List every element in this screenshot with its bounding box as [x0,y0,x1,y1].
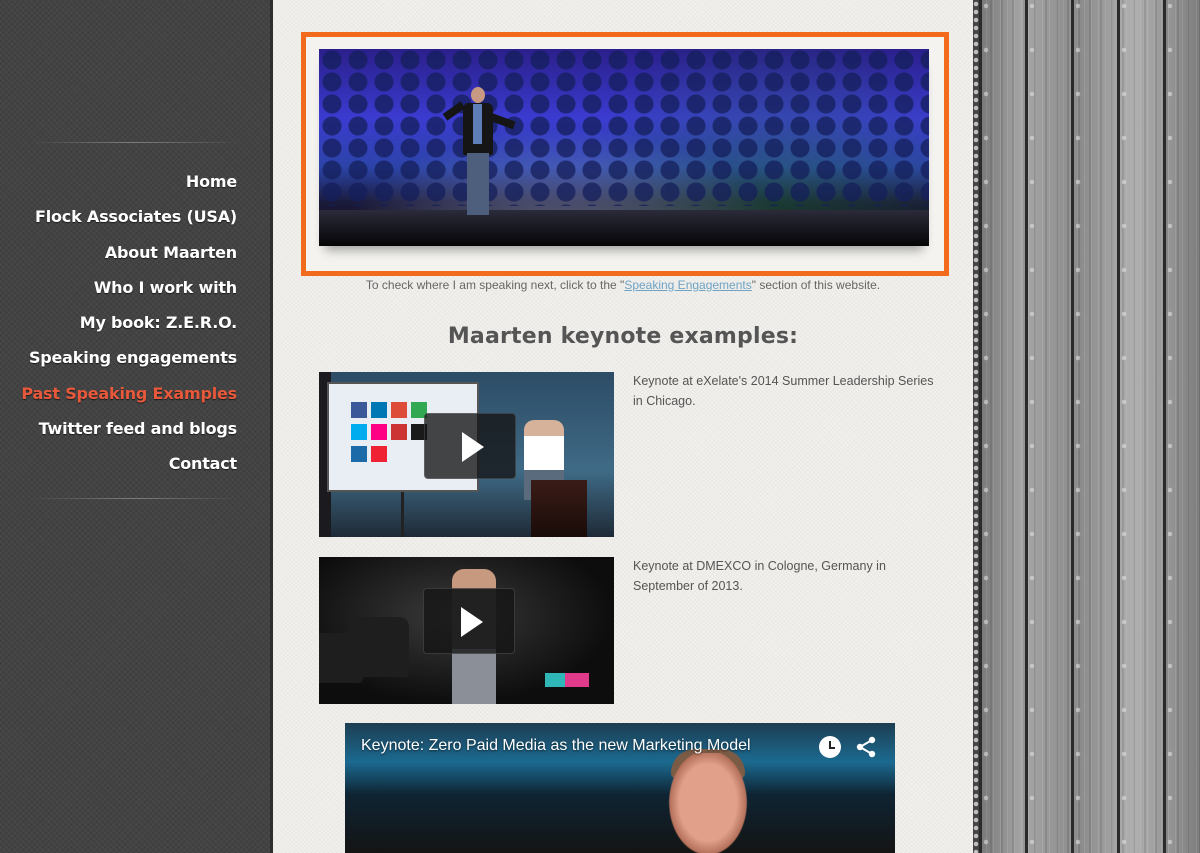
video-description: Keynote at eXelate's 2014 Summer Leaders… [633,374,934,408]
share-icon[interactable] [855,736,877,758]
youtube-embed[interactable]: Keynote: Zero Paid Media as the new Mark… [345,723,895,853]
hero-stage [319,210,929,246]
dmexco-logo [545,673,589,687]
nav-link-speaking-engagements[interactable]: Speaking engagements [29,348,237,367]
hero-backdrop-dots [319,49,929,206]
play-icon[interactable] [423,588,515,654]
nav-link-book[interactable]: My book: Z.E.R.O. [80,313,237,332]
podium [531,480,587,537]
wood-texture-panel [979,0,1200,853]
hero-image [319,49,929,246]
nav-item-home[interactable]: Home [21,170,237,205]
sidebar: Home Flock Associates (USA) About Maarte… [0,0,270,853]
nav-link-home[interactable]: Home [186,172,237,191]
caption-text-before: To check where I am speaking next, click… [365,278,625,292]
nav-item-speaking-engagements[interactable]: Speaking engagements [21,346,237,381]
nav-item-past-speaking-examples[interactable]: Past Speaking Examples [21,382,237,417]
sidebar-bottom-rule [30,498,240,499]
nav-item-about[interactable]: About Maarten [21,241,237,276]
nav-item-who-i-work-with[interactable]: Who I work with [21,276,238,311]
nav-item-flock-associates[interactable]: Flock Associates (USA) [21,205,237,240]
video-description: Keynote at DMEXCO in Cologne, Germany in… [633,559,886,593]
nav-item-book[interactable]: My book: Z.E.R.O. [21,311,237,346]
play-icon[interactable] [424,413,516,479]
hero-speaker-figure [442,87,516,219]
clock-icon[interactable] [819,736,841,758]
sidebar-top-rule [30,142,240,143]
section-title: Maarten keynote examples: [447,324,799,349]
speaker-face [663,753,753,853]
nav-link-who-i-work-with[interactable]: Who I work with [94,278,238,297]
hero-frame [301,32,949,276]
nav-link-contact[interactable]: Contact [169,454,238,473]
hero-caption: To check where I am speaking next, click… [273,278,973,292]
nav-link-past-speaking-examples[interactable]: Past Speaking Examples [21,384,237,403]
youtube-video-title[interactable]: Keynote: Zero Paid Media as the new Mark… [361,737,751,755]
video-thumbnail-exelate[interactable] [319,372,614,537]
caption-text-after: " section of this website. [751,278,881,292]
nav-item-twitter-feed[interactable]: Twitter feed and blogs [21,417,238,452]
main-nav: Home Flock Associates (USA) About Maarte… [21,170,237,488]
video-thumbnail-dmexco[interactable] [319,557,614,704]
speaking-engagements-link[interactable]: Speaking Engagements [624,278,751,292]
nav-item-contact[interactable]: Contact [21,452,238,487]
nav-link-flock-associates[interactable]: Flock Associates (USA) [35,207,237,226]
nav-link-about[interactable]: About Maarten [105,243,237,262]
main-content: To check where I am speaking next, click… [273,0,973,853]
nav-link-twitter-feed[interactable]: Twitter feed and blogs [39,419,238,438]
